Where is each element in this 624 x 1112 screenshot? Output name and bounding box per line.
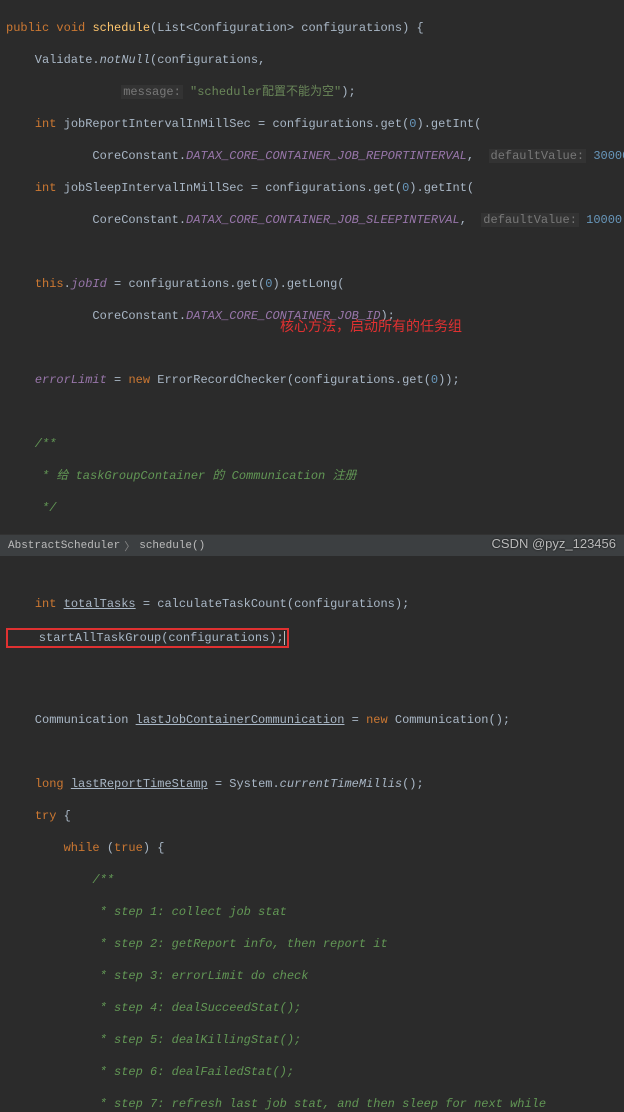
blank-line bbox=[6, 340, 618, 356]
chevron-right-icon: 〉 bbox=[124, 538, 135, 554]
code-line: message: "scheduler配置不能为空"); bbox=[6, 84, 618, 100]
doc-comment-line: * step 6: dealFailedStat(); bbox=[6, 1064, 618, 1080]
code-line: public void schedule(List<Configuration>… bbox=[6, 20, 618, 36]
code-line: Validate.notNull(configurations, bbox=[6, 52, 618, 68]
doc-comment-line: * 给 taskGroupContainer 的 Communication 注… bbox=[6, 468, 618, 484]
doc-comment-line: * step 2: getReport info, then report it bbox=[6, 936, 618, 952]
code-editor[interactable]: public void schedule(List<Configuration>… bbox=[0, 0, 624, 1112]
highlighted-line: startAllTaskGroup(configurations); bbox=[6, 628, 618, 648]
blank-line bbox=[6, 244, 618, 260]
code-line: int totalTasks = calculateTaskCount(conf… bbox=[6, 596, 618, 612]
watermark: CSDN @pyz_123456 bbox=[492, 536, 616, 551]
blank-line bbox=[6, 680, 618, 696]
code-line: this.jobId = configurations.get(0).getLo… bbox=[6, 276, 618, 292]
doc-comment-line: */ bbox=[6, 500, 618, 516]
code-line: errorLimit = new ErrorRecordChecker(conf… bbox=[6, 372, 618, 388]
code-line: CoreConstant.DATAX_CORE_CONTAINER_JOB_SL… bbox=[6, 212, 618, 228]
blank-line bbox=[6, 404, 618, 420]
annotation-text: 核心方法，启动所有的任务组 bbox=[280, 320, 462, 336]
code-line: int jobReportIntervalInMillSec = configu… bbox=[6, 116, 618, 132]
doc-comment-line: * step 4: dealSucceedStat(); bbox=[6, 1000, 618, 1016]
code-line: while (true) { bbox=[6, 840, 618, 856]
code-line: CoreConstant.DATAX_CORE_CONTAINER_JOB_RE… bbox=[6, 148, 618, 164]
doc-comment-line: * step 5: dealKillingStat(); bbox=[6, 1032, 618, 1048]
doc-comment-line: /** bbox=[6, 436, 618, 452]
blank-line bbox=[6, 744, 618, 760]
breadcrumb-class[interactable]: AbstractScheduler bbox=[8, 540, 120, 552]
code-line: int jobSleepIntervalInMillSec = configur… bbox=[6, 180, 618, 196]
doc-comment-line: /** bbox=[6, 872, 618, 888]
breadcrumb-method[interactable]: schedule() bbox=[139, 540, 205, 552]
blank-line bbox=[6, 564, 618, 580]
doc-comment-line: * step 1: collect job stat bbox=[6, 904, 618, 920]
doc-comment-line: * step 3: errorLimit do check bbox=[6, 968, 618, 984]
code-line: long lastReportTimeStamp = System.curren… bbox=[6, 776, 618, 792]
code-line: try { bbox=[6, 808, 618, 824]
code-line: Communication lastJobContainerCommunicat… bbox=[6, 712, 618, 728]
doc-comment-line: * step 7: refresh last job stat, and the… bbox=[6, 1096, 618, 1112]
